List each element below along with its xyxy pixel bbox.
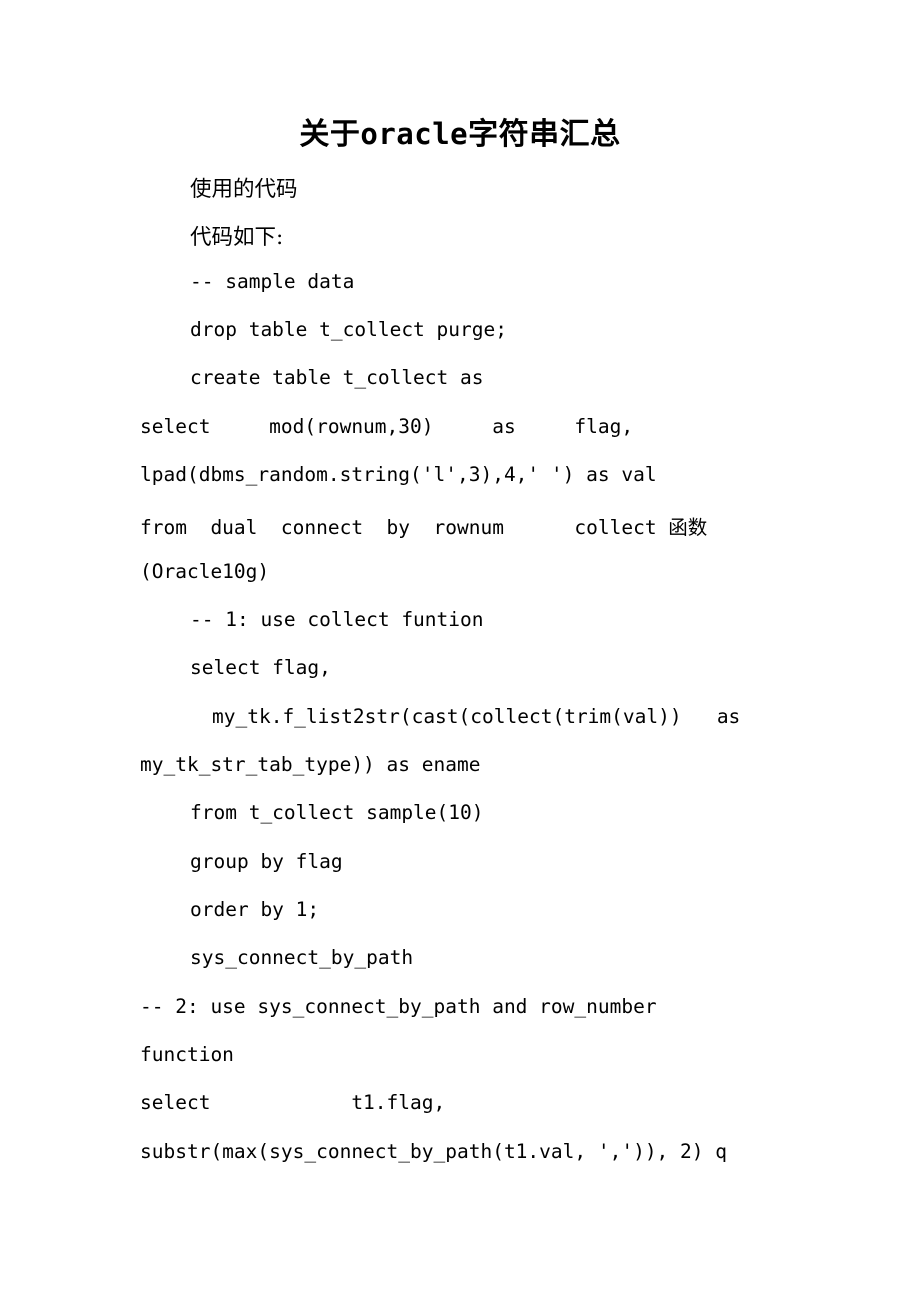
code-line-sample-data-comment: -- sample data: [190, 270, 355, 293]
title-cjk-prefix: 关于: [299, 117, 361, 152]
code-line-substr-max-sys-connect: substr(max(sys_connect_by_path(t1.val, '…: [140, 1140, 727, 1163]
code-line-from-tcollect-sample: from t_collect sample(10): [190, 801, 484, 824]
code-line-select-t1-flag: select t1.flag,: [140, 1091, 446, 1114]
code-line-select-mod-flag: select mod(rownum,30) as flag,: [140, 415, 634, 438]
code-line-order-by-1: order by 1;: [190, 898, 320, 921]
code-line-sys-connect-by-path: sys_connect_by_path: [190, 946, 414, 969]
intro-line-2: 代码如下:: [190, 225, 284, 250]
code-line-select-flag: select flag,: [190, 656, 331, 679]
code-line-mytk-str-tab-type: my_tk_str_tab_type)) as ename: [140, 753, 481, 776]
code-line-create-table: create table t_collect as: [190, 366, 484, 389]
page-title: 关于oracle字符串汇总: [0, 112, 920, 157]
code-line-drop-table: drop table t_collect purge;: [190, 318, 507, 341]
code-line-function: function: [140, 1043, 234, 1066]
code-line-group-by-flag: group by flag: [190, 850, 343, 873]
code-line-from-dual-collect: from dual connect by rownum collect 函数: [140, 516, 708, 539]
title-cjk-suffix: 字符串汇总: [468, 117, 621, 152]
title-latin-word: oracle: [360, 117, 469, 151]
intro-line-1: 使用的代码: [190, 177, 298, 202]
code-line-oracle10g: (Oracle10g): [140, 560, 270, 583]
code-line-comment-2-sys-connect: -- 2: use sys_connect_by_path and row_nu…: [140, 995, 657, 1018]
code-line-mytk-flist2str: my_tk.f_list2str(cast(collect(trim(val))…: [212, 705, 741, 728]
code-line-lpad-dbms-random: lpad(dbms_random.string('l',3),4,' ') as…: [140, 463, 657, 486]
document-page: 关于oracle字符串汇总 使用的代码 代码如下: -- sample data…: [0, 0, 920, 1302]
code-line-comment-1-collect: -- 1: use collect funtion: [190, 608, 484, 631]
